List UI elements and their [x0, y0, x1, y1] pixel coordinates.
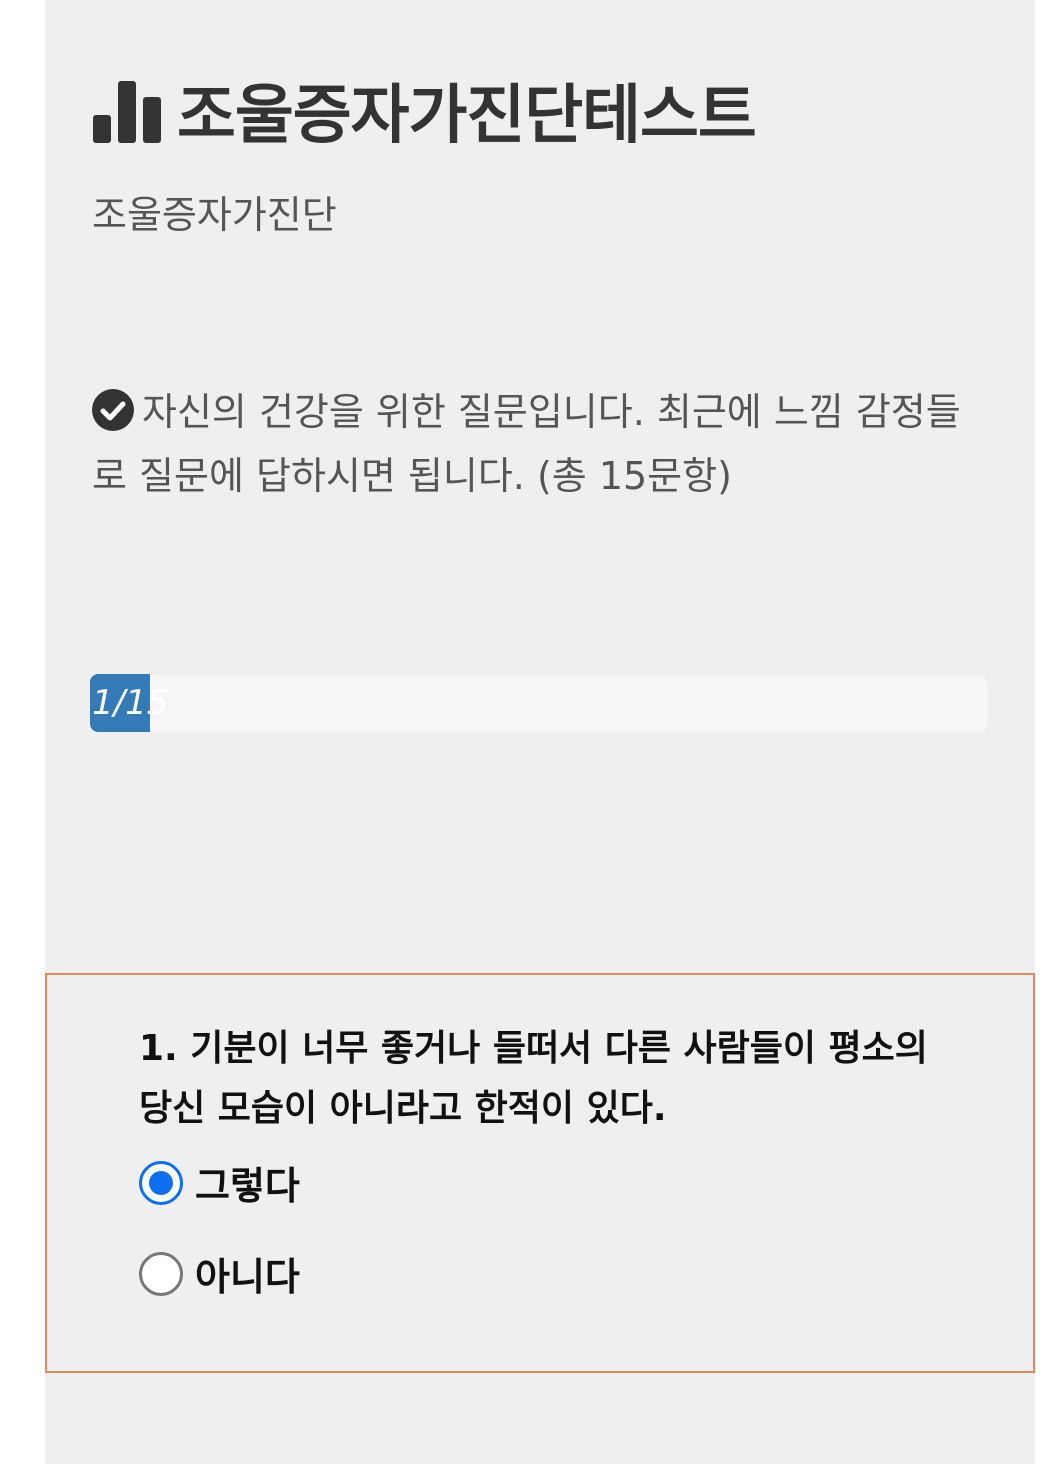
bar-chart-icon [93, 81, 161, 143]
option-yes[interactable]: 그렇다 [139, 1155, 300, 1210]
progress-label: 1/15 [92, 683, 169, 723]
radio-no[interactable] [139, 1251, 183, 1296]
question-card: 1. 기분이 너무 좋거나 들떠서 다른 사람들이 평소의 당신 모습이 아니라… [45, 973, 1035, 1373]
page-subtitle: 조울증자가진단 [92, 193, 337, 237]
progress-bar: 1/15 [90, 674, 988, 732]
radio-yes[interactable] [139, 1160, 183, 1205]
question-text: 1. 기분이 너무 좋거나 들떠서 다른 사람들이 평소의 당신 모습이 아니라… [139, 1028, 928, 1129]
check-circle-icon [92, 389, 134, 431]
option-yes-label: 그렇다 [195, 1164, 300, 1208]
page-title: 조울증자가진단테스트 [177, 79, 757, 153]
option-no-label: 아니다 [195, 1255, 300, 1299]
option-no[interactable]: 아니다 [139, 1246, 300, 1301]
intro-text: 자신의 건강을 위한 질문입니다. 최근에 느낌 감정들로 질문에 답하시면 됩… [92, 390, 961, 498]
page-header: 조울증자가진단테스트 [93, 70, 757, 153]
intro-text-block: 자신의 건강을 위한 질문입니다. 최근에 느낌 감정들로 질문에 답하시면 됩… [92, 380, 972, 508]
